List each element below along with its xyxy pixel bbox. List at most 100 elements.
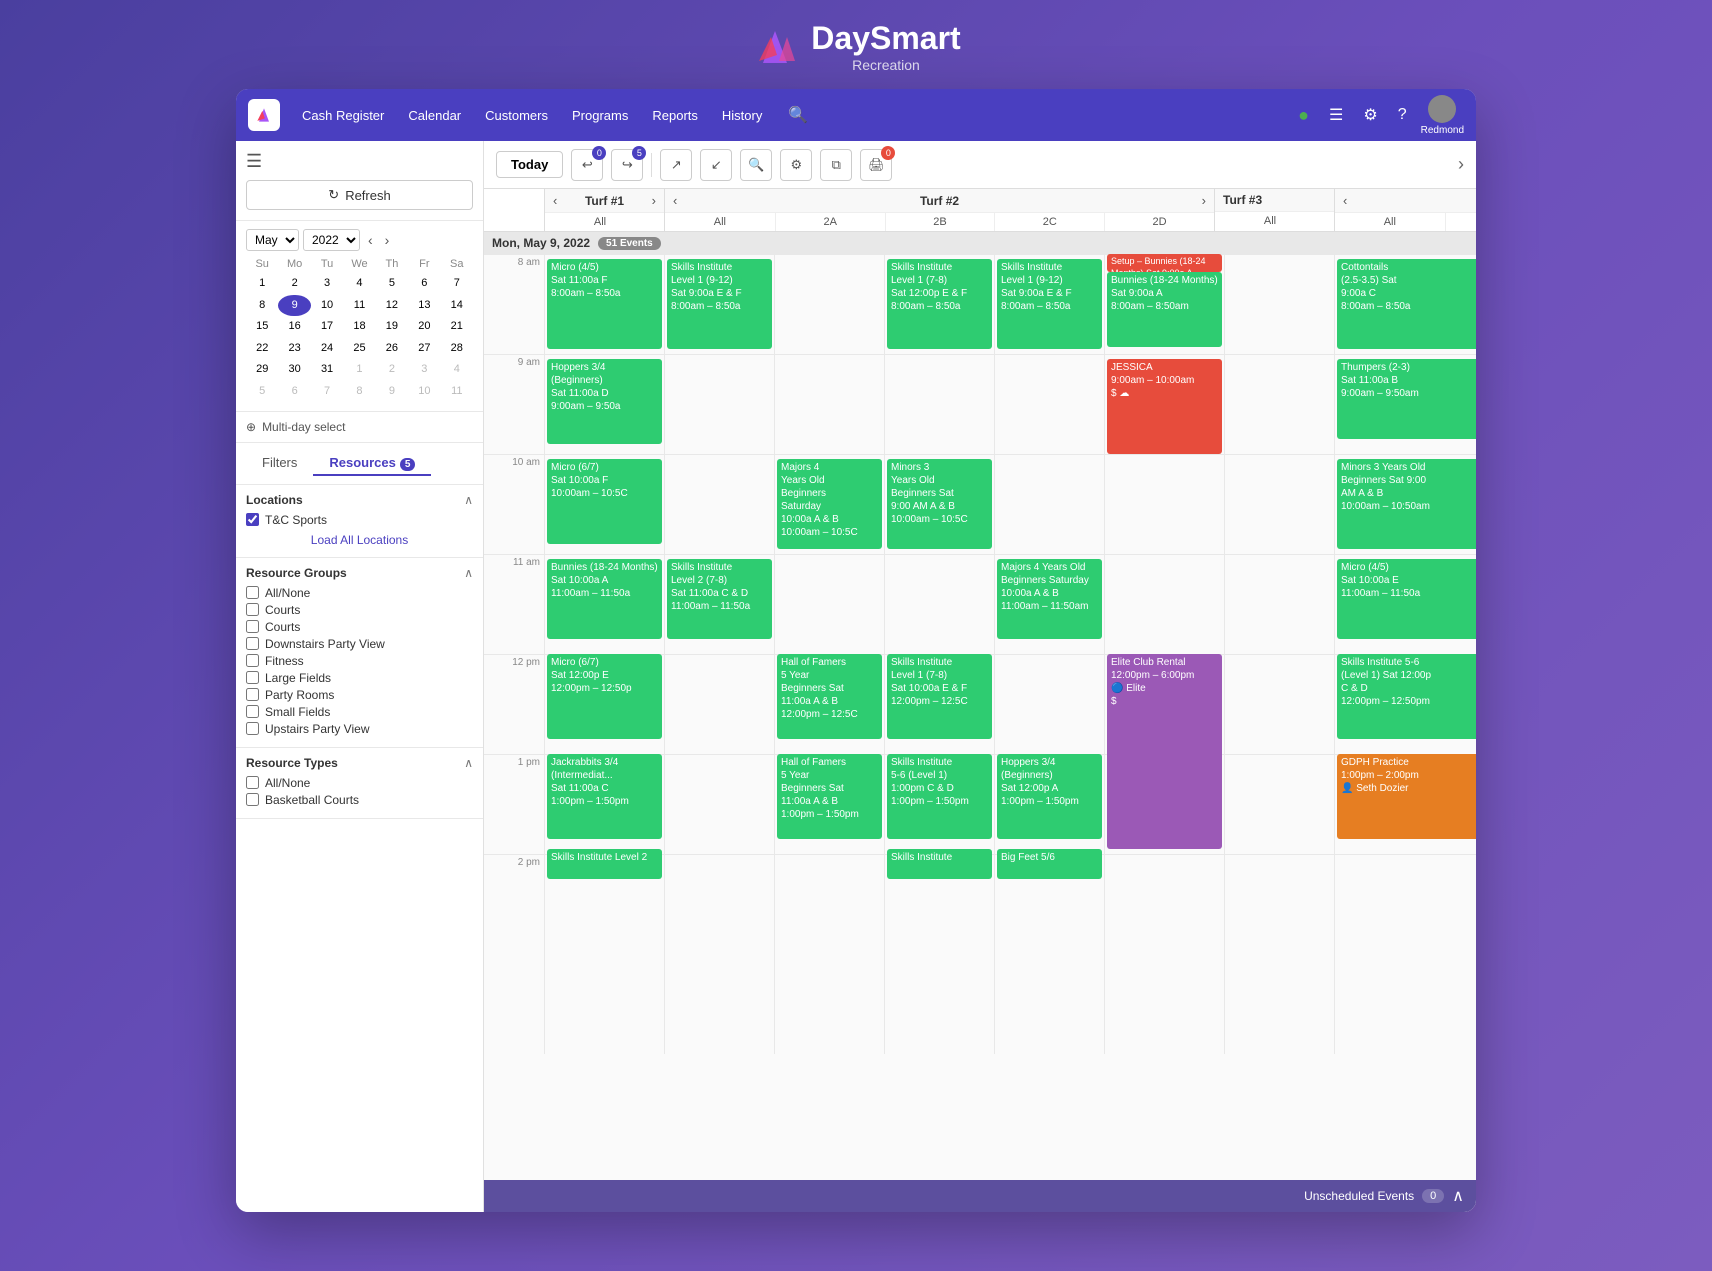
rg-small-fields-checkbox[interactable] bbox=[246, 705, 259, 718]
event-skills-1-78-12[interactable]: Skills InstituteLevel 1 (7-8)Sat 10:00a … bbox=[887, 654, 992, 739]
nav-item-cash-register[interactable]: Cash Register bbox=[292, 102, 394, 129]
load-all-locations-button[interactable]: Load All Locations bbox=[246, 531, 473, 549]
rg-party-rooms-checkbox[interactable] bbox=[246, 688, 259, 701]
help-icon[interactable]: ? bbox=[1392, 102, 1413, 128]
event-skills-level1-9-12-a[interactable]: Skills InstituteLevel 1 (9-12)Sat 9:00a … bbox=[667, 259, 772, 349]
event-cottontails[interactable]: Cottontails(2.5-3.5) Sat9:00a C8:00am – … bbox=[1337, 259, 1476, 349]
nav-item-history[interactable]: History bbox=[712, 102, 772, 129]
turf1-next[interactable]: › bbox=[652, 193, 656, 208]
resource-types-header[interactable]: Resource Types ∧ bbox=[246, 756, 473, 770]
collapse-icon-button[interactable]: ↙ bbox=[700, 149, 732, 181]
event-skills-56-1[interactable]: Skills Institute5-6 (Level 1)1:00pm C & … bbox=[887, 754, 992, 839]
resource-turf1: ‹ Turf #1 › All bbox=[544, 189, 664, 231]
rg-courts2-checkbox[interactable] bbox=[246, 620, 259, 633]
time-gutter-header bbox=[484, 189, 544, 231]
event-skills-level2-bottom[interactable]: Skills Institute Level 2 bbox=[547, 849, 662, 879]
redo-button[interactable]: ↪5 bbox=[611, 149, 643, 181]
nav-item-calendar[interactable]: Calendar bbox=[398, 102, 471, 129]
rt-basketball-checkbox[interactable] bbox=[246, 793, 259, 806]
event-skills-1-78[interactable]: Skills InstituteLevel 1 (7-8)Sat 12:00p … bbox=[887, 259, 992, 349]
resource-group-large-fields: Large Fields bbox=[246, 671, 473, 685]
event-majors-4yr[interactable]: Majors 4Years OldBeginnersSaturday10:00a… bbox=[777, 459, 882, 549]
event-skills-1-912-b[interactable]: Skills InstituteLevel 1 (9-12)Sat 9:00a … bbox=[997, 259, 1102, 349]
event-jessica[interactable]: JESSICA9:00am – 10:00am$ ☁ bbox=[1107, 359, 1222, 454]
rg-large-fields-checkbox[interactable] bbox=[246, 671, 259, 684]
nav-logo[interactable] bbox=[248, 99, 280, 131]
event-micro-45[interactable]: Micro (4/5)Sat 11:00a F8:00am – 8:50a bbox=[547, 259, 662, 349]
event-hall-famers-1[interactable]: Hall of Famers5 YearBeginners Sat11:00a … bbox=[777, 754, 882, 839]
next-month-button[interactable]: › bbox=[381, 230, 394, 250]
zoom-button[interactable]: 🔍 bbox=[740, 149, 772, 181]
expand-icon-button[interactable]: ↗ bbox=[660, 149, 692, 181]
event-thumpers[interactable]: Thumpers (2-3)Sat 11:00a B9:00am – 9:50a… bbox=[1337, 359, 1476, 439]
prev-month-button[interactable]: ‹ bbox=[364, 230, 377, 250]
event-hoppers-34-1[interactable]: Hoppers 3/4(Beginners)Sat 12:00p A1:00pm… bbox=[997, 754, 1102, 839]
turf2-next[interactable]: › bbox=[1202, 193, 1206, 208]
hamburger-icon[interactable]: ☰ bbox=[246, 151, 473, 172]
unscheduled-toggle[interactable]: ∧ bbox=[1452, 1186, 1464, 1206]
locations-header[interactable]: Locations ∧ bbox=[246, 493, 473, 507]
user-profile[interactable]: Redmond bbox=[1421, 95, 1464, 136]
event-jackrabbits[interactable]: Jackrabbits 3/4(Intermediat...Sat 11:00a… bbox=[547, 754, 662, 839]
location-checkbox[interactable] bbox=[246, 513, 259, 526]
resource-group-courts-1: Courts bbox=[246, 603, 473, 617]
undo-button[interactable]: ↩0 bbox=[571, 149, 603, 181]
collapse-sidebar-button[interactable]: › bbox=[1458, 154, 1464, 175]
rg-all-checkbox[interactable] bbox=[246, 586, 259, 599]
event-bigfeet-56[interactable]: Big Feet 5/6 bbox=[997, 849, 1102, 879]
toca3-prev[interactable]: ‹ bbox=[1343, 193, 1347, 208]
toolbar: Today ↩0 ↪5 ↗ ↙ 🔍 ⚙ ⧉ 🖨 0 › bbox=[484, 141, 1476, 189]
event-minors-3yr[interactable]: Minors 3Years OldBeginners Sat9:00 AM A … bbox=[887, 459, 992, 549]
event-skills-bottom-2b[interactable]: Skills Institute bbox=[887, 849, 992, 879]
calendar-scroll[interactable]: 8 am 9 am 10 am 11 am 12 pm 1 pm 2 pm bbox=[484, 254, 1476, 1180]
resource-group-upstairs: Upstairs Party View bbox=[246, 722, 473, 736]
event-hall-famers-12[interactable]: Hall of Famers5 YearBeginners Sat11:00a … bbox=[777, 654, 882, 739]
event-elite-rental[interactable]: Elite Club Rental12:00pm – 6:00pm🔵 Elite… bbox=[1107, 654, 1222, 849]
print-button[interactable]: 🖨 0 bbox=[860, 149, 892, 181]
refresh-button[interactable]: ↻ Refresh bbox=[246, 180, 473, 210]
resource-groups-header[interactable]: Resource Groups ∧ bbox=[246, 566, 473, 580]
tab-filters[interactable]: Filters bbox=[246, 451, 313, 476]
user-status-icon[interactable]: ● bbox=[1292, 101, 1315, 130]
time-labels: 8 am 9 am 10 am 11 am 12 pm 1 pm 2 pm bbox=[484, 254, 544, 1054]
event-micro-67-1[interactable]: Micro (6/7)Sat 10:00a F10:00am – 10:5C bbox=[547, 459, 662, 544]
turf2-2a: 2A bbox=[775, 213, 885, 231]
resource-types-section: Resource Types ∧ All/None Basketball Cou… bbox=[236, 748, 483, 819]
nav-item-programs[interactable]: Programs bbox=[562, 102, 638, 129]
rg-upstairs-checkbox[interactable] bbox=[246, 722, 259, 735]
rg-fitness-checkbox[interactable] bbox=[246, 654, 259, 667]
turf2-prev[interactable]: ‹ bbox=[673, 193, 677, 208]
event-setup-bunnies[interactable]: Setup – Bunnies (18-24 Months) Sat 9:00a… bbox=[1107, 254, 1222, 272]
event-skills-level2-78[interactable]: Skills InstituteLevel 2 (7-8)Sat 11:00a … bbox=[667, 559, 772, 639]
month-select[interactable]: May bbox=[246, 229, 299, 251]
tab-resources[interactable]: Resources5 bbox=[313, 451, 431, 476]
year-select[interactable]: 2022 bbox=[303, 229, 360, 251]
event-hoppers-34[interactable]: Hoppers 3/4(Beginners)Sat 11:00a D9:00am… bbox=[547, 359, 662, 444]
turf2-2c: 2C bbox=[994, 213, 1104, 231]
event-bunnies-1824-1[interactable]: Bunnies (18-24 Months)Sat 10:00a A11:00a… bbox=[547, 559, 662, 639]
nav-item-customers[interactable]: Customers bbox=[475, 102, 558, 129]
event-micro-45-toca[interactable]: Micro (4/5)Sat 10:00a E11:00am – 11:50a bbox=[1337, 559, 1476, 639]
resource-group-fitness: Fitness bbox=[246, 654, 473, 668]
event-majors-4yr-11[interactable]: Majors 4 Years OldBeginners Saturday10:0… bbox=[997, 559, 1102, 639]
checklist-icon[interactable]: ☰ bbox=[1323, 101, 1349, 129]
search-icon[interactable]: 🔍 bbox=[780, 101, 816, 129]
filter-button[interactable]: ⚙ bbox=[780, 149, 812, 181]
settings-icon[interactable]: ⚙ bbox=[1357, 101, 1383, 129]
rg-courts1-checkbox[interactable] bbox=[246, 603, 259, 616]
turf1-prev[interactable]: ‹ bbox=[553, 193, 557, 208]
event-gdph-practice[interactable]: GDPH Practice1:00pm – 2:00pm👤 Seth Dozie… bbox=[1337, 754, 1476, 839]
event-bunnies-1824-main[interactable]: Bunnies (18-24 Months) Sat 9:00a A8:00am… bbox=[1107, 272, 1222, 347]
event-skills-56-toca[interactable]: Skills Institute 5-6(Level 1) Sat 12:00p… bbox=[1337, 654, 1476, 739]
nav-item-reports[interactable]: Reports bbox=[642, 102, 708, 129]
today-button[interactable]: Today bbox=[496, 151, 563, 178]
event-micro-67-2[interactable]: Micro (6/7)Sat 12:00p E12:00pm – 12:50p bbox=[547, 654, 662, 739]
copy-button[interactable]: ⧉ bbox=[820, 149, 852, 181]
event-minors-3yr-old-toca[interactable]: Minors 3 Years OldBeginners Sat 9:00AM A… bbox=[1337, 459, 1476, 549]
grid-col-turf2-2a: Majors 4Years OldBeginnersSaturday10:00a… bbox=[774, 254, 884, 1054]
rg-downstairs-checkbox[interactable] bbox=[246, 637, 259, 650]
nav-right: ● ☰ ⚙ ? Redmond bbox=[1292, 95, 1464, 136]
resource-toca3: ‹ Toca #3 › All 1A 1B bbox=[1334, 189, 1476, 231]
rt-all-checkbox[interactable] bbox=[246, 776, 259, 789]
multiday-select[interactable]: ⊕ Multi-day select bbox=[246, 420, 473, 434]
